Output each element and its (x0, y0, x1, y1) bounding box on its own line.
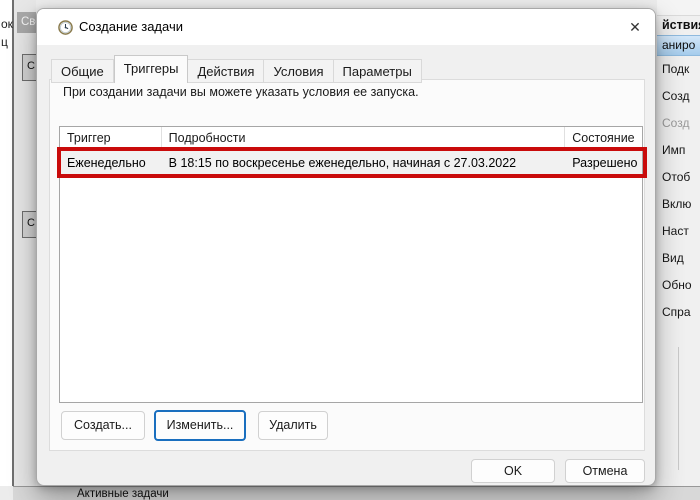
background-properties-header: Сво (17, 12, 36, 33)
actions-panel: йствия аниро Подк Созд Созд Имп Отоб Вкл… (657, 0, 700, 486)
delete-button[interactable]: Удалить (258, 411, 328, 440)
tab-settings[interactable]: Параметры (333, 59, 422, 83)
actions-panel-items: Подк Созд Созд Имп Отоб Вклю Наст Вид Об… (657, 56, 700, 326)
actions-panel-item[interactable]: Созд (657, 83, 700, 110)
ok-button[interactable]: OK (471, 459, 555, 483)
actions-panel-item[interactable]: Спра (657, 299, 700, 326)
background-text-fragment: ц (1, 35, 8, 49)
actions-panel-item[interactable]: Вклю (657, 191, 700, 218)
close-icon[interactable]: ✕ (623, 16, 647, 38)
tab-strip: Общие Триггеры Действия Условия Параметр… (51, 55, 422, 83)
actions-panel-item[interactable]: Подк (657, 56, 700, 83)
tab-triggers[interactable]: Триггеры (113, 55, 189, 83)
trigger-row[interactable]: Еженедельно В 18:15 по воскресенье ежене… (60, 151, 642, 176)
actions-panel-item: Созд (662, 116, 690, 130)
actions-panel-item[interactable]: Отоб (657, 164, 700, 191)
active-tasks-label: Активные задачи (77, 488, 169, 500)
actions-panel-item[interactable]: Вид (657, 245, 700, 272)
cell-state: Разрешено (572, 156, 638, 170)
create-task-dialog: Создание задачи ✕ Общие Триггеры Действи… (36, 8, 656, 486)
trigger-description: При создании задачи вы можете указать ус… (63, 85, 419, 99)
edit-button[interactable]: Изменить... (154, 410, 246, 441)
actions-panel-toolbar (657, 0, 700, 16)
header-trigger[interactable]: Триггер (60, 127, 162, 150)
clock-icon (58, 20, 73, 35)
tab-actions[interactable]: Действия (188, 59, 265, 83)
active-tasks-bar: Активные задачи (13, 486, 700, 500)
actions-panel-divider (678, 347, 679, 470)
tab-general[interactable]: Общие (51, 59, 114, 83)
triggers-table[interactable]: Триггер Подробности Состояние Еженедельн… (59, 126, 643, 403)
dialog-title: Создание задачи (79, 19, 183, 34)
tab-conditions[interactable]: Условия (264, 59, 334, 83)
actions-panel-selected-item[interactable]: аниро (657, 35, 700, 56)
header-details[interactable]: Подробности (162, 127, 566, 150)
task-scheduler-screen: ок ц Сво С С Активные задачи йствия анир… (0, 0, 700, 500)
background-text-fragment: ок (1, 17, 13, 31)
cell-trigger: Еженедельно (67, 156, 146, 170)
create-button[interactable]: Создать... (61, 411, 145, 440)
dialog-title-bar: Создание задачи ✕ (37, 9, 655, 45)
actions-panel-item[interactable]: Обно (657, 272, 700, 299)
actions-panel-item[interactable]: Имп (657, 137, 700, 164)
header-state[interactable]: Состояние (565, 127, 642, 150)
background-window-left: ок ц (0, 0, 14, 486)
actions-panel-item[interactable]: Наст (657, 218, 700, 245)
background-properties-pane: Сво С С (14, 0, 42, 486)
table-header-row: Триггер Подробности Состояние (60, 127, 642, 151)
cancel-button[interactable]: Отмена (565, 459, 645, 483)
cell-details: В 18:15 по воскресенье еженедельно, начи… (168, 156, 517, 170)
actions-panel-header: йствия (662, 18, 700, 32)
